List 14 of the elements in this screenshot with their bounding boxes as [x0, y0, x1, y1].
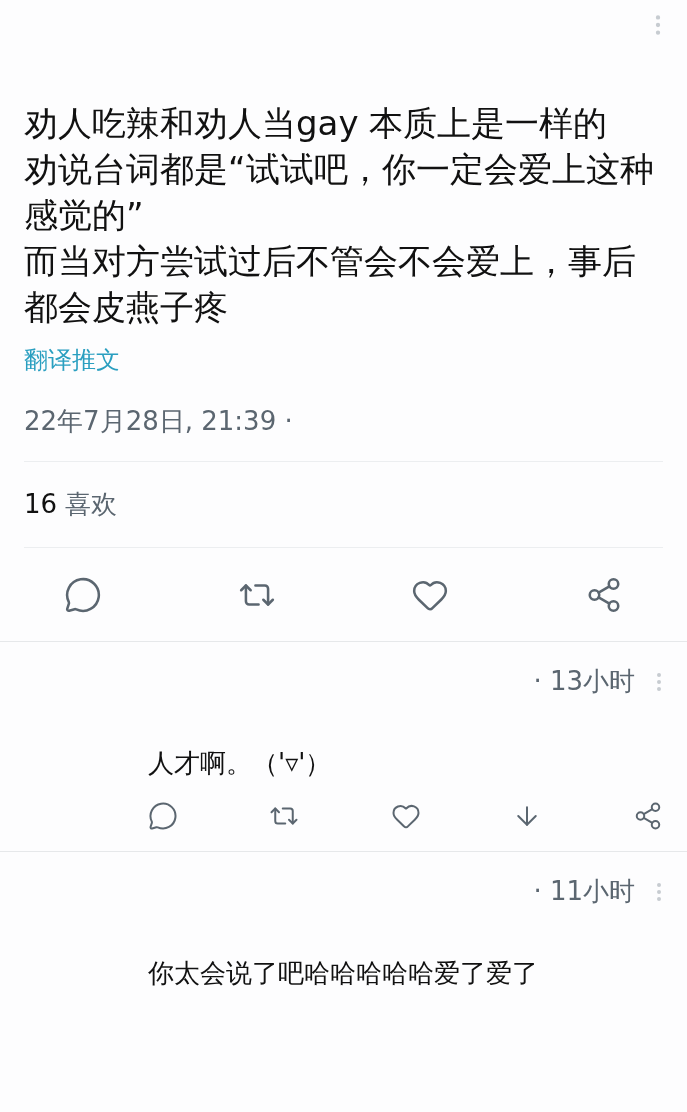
tweet-text: 而当对方尝试过后不管会不会爱上，事后都会皮燕子疼	[24, 240, 637, 329]
likes-label: 喜欢	[65, 488, 118, 521]
reply-icon[interactable]	[64, 575, 102, 614]
tweet-text: 劝说台词都是“试试吧，你一定会爱上这种感觉的”	[24, 148, 655, 237]
like-count: 16	[24, 488, 58, 521]
reply-time: · 13小时	[533, 665, 635, 698]
tweet-timestamp: 22年7月28日, 21:39 ·	[24, 405, 294, 438]
tweet-text: 劝人吃辣和劝人当gay 本质上是一样的	[24, 102, 609, 145]
translate-link[interactable]: 翻译推文	[24, 342, 120, 378]
reply-text: 人才啊。（'▿'）	[148, 747, 333, 780]
share-icon[interactable]	[633, 801, 663, 831]
reply-icon[interactable]	[148, 801, 178, 831]
reply-time: · 11小时	[533, 875, 635, 908]
reply-text: 你太会说了吧哈哈哈哈哈爱了爱了	[148, 957, 539, 990]
